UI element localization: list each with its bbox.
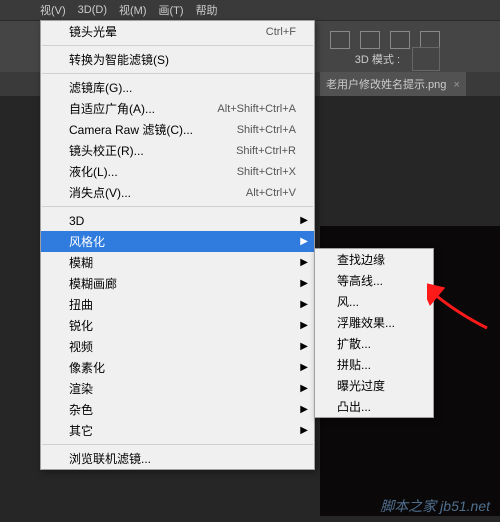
menu-item-render[interactable]: 渲染 ▶ — [41, 378, 314, 399]
filter-menu: 镜头光晕 Ctrl+F 转换为智能滤镜(S) 滤镜库(G)... 自适应广角(A… — [40, 20, 315, 470]
menu-item-blur[interactable]: 模糊 ▶ — [41, 252, 314, 273]
menu-item-label: 浏览联机滤镜... — [69, 450, 151, 467]
menu-item-other[interactable]: 其它 ▶ — [41, 420, 314, 441]
menu-separator — [42, 206, 313, 207]
menubar-item[interactable]: 画(T) — [159, 2, 184, 18]
menu-item-shortcut: Shift+Ctrl+X — [237, 166, 296, 178]
close-icon[interactable]: × — [453, 79, 459, 91]
menu-item-label: 镜头校正(R)... — [69, 142, 144, 159]
menu-item-label: 渲染 — [69, 380, 93, 397]
menu-item-adaptive-wide[interactable]: 自适应广角(A)... Alt+Shift+Ctrl+A — [41, 98, 314, 119]
menu-item-convert-smart[interactable]: 转换为智能滤镜(S) — [41, 49, 314, 70]
submenu-arrow-icon: ▶ — [300, 320, 308, 331]
menu-item-shortcut: Alt+Shift+Ctrl+A — [217, 103, 296, 115]
submenu-item-wind[interactable]: 风... — [315, 291, 433, 312]
menu-item-label: 扭曲 — [69, 296, 93, 313]
menu-item-camera-raw[interactable]: Camera Raw 滤镜(C)... Shift+Ctrl+A — [41, 119, 314, 140]
menubar-item[interactable]: 帮助 — [196, 2, 218, 18]
tool-icon[interactable] — [360, 31, 380, 49]
tool-icon[interactable] — [330, 31, 350, 49]
menu-item-pixelate[interactable]: 像素化 ▶ — [41, 357, 314, 378]
watermark: 脚本之家 jb51.net — [380, 496, 490, 516]
menu-item-label: 自适应广角(A)... — [69, 100, 155, 117]
submenu-arrow-icon: ▶ — [300, 362, 308, 373]
submenu-item-find-edges[interactable]: 查找边缘 — [315, 249, 433, 270]
menu-item-label: 等高线... — [337, 272, 383, 289]
submenu-arrow-icon: ▶ — [300, 215, 308, 226]
menu-item-label: 液化(L)... — [69, 163, 118, 180]
menu-item-label: 滤镜库(G)... — [69, 79, 132, 96]
menubar-item[interactable]: 视(M) — [119, 2, 147, 18]
stylize-submenu: 查找边缘 等高线... 风... 浮雕效果... 扩散... 拼贴... 曝光过… — [314, 248, 434, 418]
menu-item-label: 消失点(V)... — [69, 184, 131, 201]
menu-item-label: 镜头光晕 — [69, 23, 117, 40]
submenu-arrow-icon: ▶ — [300, 236, 308, 247]
menu-item-last-filter[interactable]: 镜头光晕 Ctrl+F — [41, 21, 314, 42]
submenu-arrow-icon: ▶ — [300, 383, 308, 394]
menu-separator — [42, 45, 313, 46]
menu-item-label: 曝光过度 — [337, 377, 385, 394]
submenu-arrow-icon: ▶ — [300, 278, 308, 289]
mode-dropdown[interactable] — [412, 47, 440, 71]
submenu-item-contour[interactable]: 等高线... — [315, 270, 433, 291]
submenu-arrow-icon: ▶ — [300, 299, 308, 310]
menu-item-shortcut: Ctrl+F — [266, 26, 296, 38]
submenu-arrow-icon: ▶ — [300, 257, 308, 268]
menu-item-browse-online[interactable]: 浏览联机滤镜... — [41, 448, 314, 469]
submenu-item-tiles[interactable]: 拼贴... — [315, 354, 433, 375]
submenu-item-solarize[interactable]: 曝光过度 — [315, 375, 433, 396]
submenu-arrow-icon: ▶ — [300, 341, 308, 352]
menu-item-video[interactable]: 视频 ▶ — [41, 336, 314, 357]
menu-item-label: 模糊 — [69, 254, 93, 271]
menu-item-stylize[interactable]: 风格化 ▶ — [41, 231, 314, 252]
menu-item-label: 查找边缘 — [337, 251, 385, 268]
menu-item-label: 像素化 — [69, 359, 105, 376]
menu-item-3d[interactable]: 3D ▶ — [41, 210, 314, 231]
menu-item-sharpen[interactable]: 锐化 ▶ — [41, 315, 314, 336]
menu-item-liquify[interactable]: 液化(L)... Shift+Ctrl+X — [41, 161, 314, 182]
menu-item-label: 模糊画廊 — [69, 275, 117, 292]
menu-item-label: 其它 — [69, 422, 93, 439]
menu-item-filter-gallery[interactable]: 滤镜库(G)... — [41, 77, 314, 98]
file-tab[interactable]: 老用户修改姓名提示.png × — [320, 72, 466, 96]
menu-item-label: 风... — [337, 293, 359, 310]
menu-item-label: 浮雕效果... — [337, 314, 395, 331]
menu-item-label: 转换为智能滤镜(S) — [69, 51, 169, 68]
menu-item-label: 视频 — [69, 338, 93, 355]
menu-separator — [42, 444, 313, 445]
menu-item-label: 凸出... — [337, 398, 371, 415]
submenu-item-extrude[interactable]: 凸出... — [315, 396, 433, 417]
menu-item-shortcut: Shift+Ctrl+A — [237, 124, 296, 136]
submenu-arrow-icon: ▶ — [300, 425, 308, 436]
submenu-item-diffuse[interactable]: 扩散... — [315, 333, 433, 354]
submenu-arrow-icon: ▶ — [300, 404, 308, 415]
menu-item-noise[interactable]: 杂色 ▶ — [41, 399, 314, 420]
menu-item-lens-correction[interactable]: 镜头校正(R)... Shift+Ctrl+R — [41, 140, 314, 161]
menubar: 视(V) 3D(D) 视(M) 画(T) 帮助 — [0, 0, 500, 20]
menu-item-label: 拼贴... — [337, 356, 371, 373]
menu-item-shortcut: Alt+Ctrl+V — [246, 187, 296, 199]
menu-item-label: 杂色 — [69, 401, 93, 418]
file-tab-label: 老用户修改姓名提示.png — [326, 79, 446, 91]
menu-item-label: 锐化 — [69, 317, 93, 334]
menu-item-vanishing-point[interactable]: 消失点(V)... Alt+Ctrl+V — [41, 182, 314, 203]
submenu-item-emboss[interactable]: 浮雕效果... — [315, 312, 433, 333]
menu-separator — [42, 73, 313, 74]
menu-item-label: 扩散... — [337, 335, 371, 352]
tool-icon[interactable] — [390, 31, 410, 49]
menu-item-distort[interactable]: 扭曲 ▶ — [41, 294, 314, 315]
menubar-item[interactable]: 3D(D) — [78, 4, 107, 16]
menu-item-label: Camera Raw 滤镜(C)... — [69, 121, 193, 138]
menu-item-label: 3D — [69, 214, 84, 228]
menu-item-blur-gallery[interactable]: 模糊画廊 ▶ — [41, 273, 314, 294]
menubar-item[interactable]: 视(V) — [40, 2, 66, 18]
menu-item-label: 风格化 — [69, 233, 105, 250]
mode-label: 3D 模式 : — [355, 51, 400, 67]
menu-item-shortcut: Shift+Ctrl+R — [236, 145, 296, 157]
